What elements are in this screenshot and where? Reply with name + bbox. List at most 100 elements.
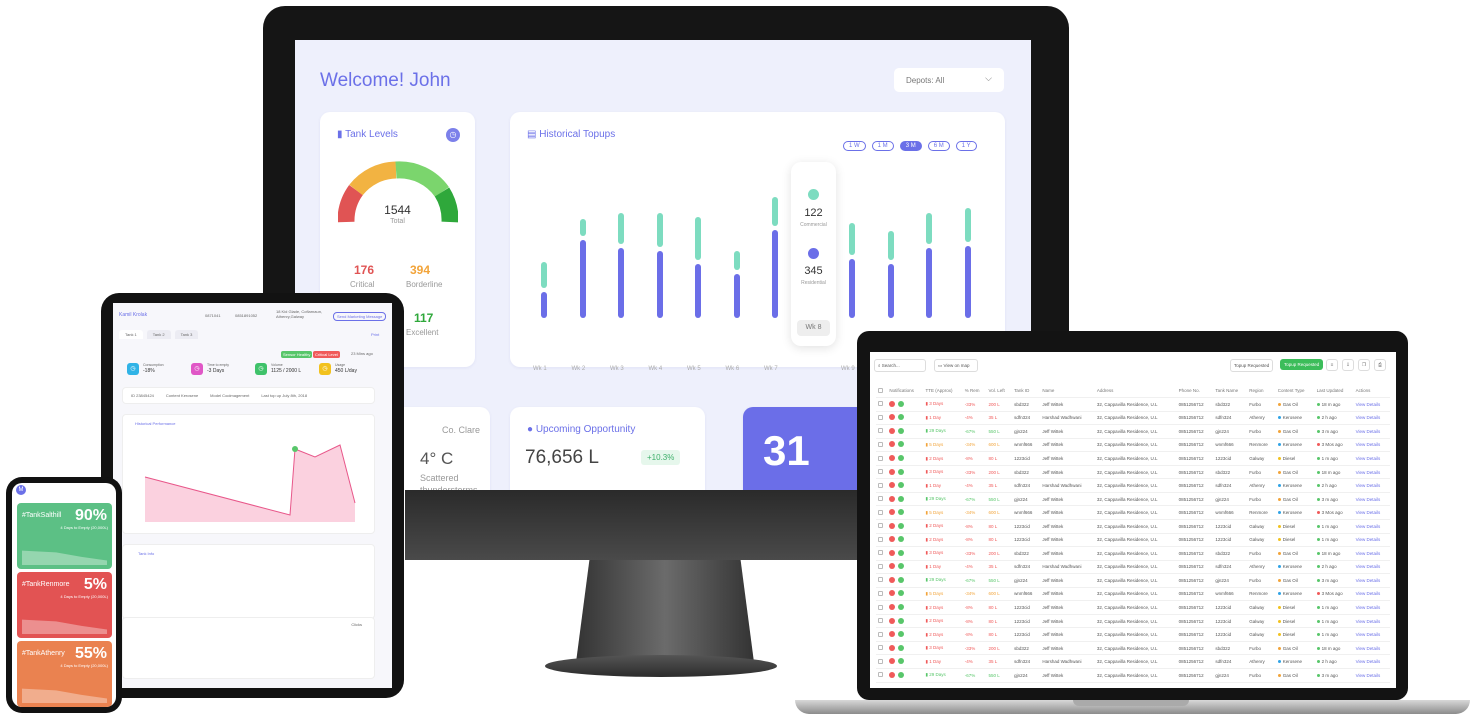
edit-icon[interactable] xyxy=(898,644,905,651)
view-details-link[interactable]: View Details xyxy=(1356,470,1381,475)
alert-icon[interactable] xyxy=(889,658,896,665)
range-1y[interactable]: 1 Y xyxy=(955,141,977,151)
row-checkbox[interactable] xyxy=(878,590,883,596)
view-details-link[interactable]: View Details xyxy=(1356,619,1381,624)
row-checkbox[interactable] xyxy=(878,645,883,651)
row-checkbox[interactable] xyxy=(878,618,883,624)
tab-tank-2[interactable]: Tank 2 xyxy=(146,330,171,339)
view-details-link[interactable]: View Details xyxy=(1356,564,1381,569)
edit-icon[interactable] xyxy=(898,414,905,421)
view-details-link[interactable]: View Details xyxy=(1356,646,1381,651)
tank-tile[interactable]: #TankSalthill 90% 4 Days to Empty (20,000L… xyxy=(17,503,112,569)
row-checkbox[interactable] xyxy=(878,631,883,637)
clock-icon[interactable]: ◷ xyxy=(446,128,460,142)
view-details-link[interactable]: View Details xyxy=(1356,605,1381,610)
table-row[interactable]: ▮ 29 Days -67% 550 L gjn224 Jeff Wittek 32, C… xyxy=(876,425,1390,439)
tab-tank-3[interactable]: Tank 3 xyxy=(174,330,199,339)
view-details-link[interactable]: View Details xyxy=(1356,524,1381,529)
alert-icon[interactable] xyxy=(889,549,896,556)
row-checkbox[interactable] xyxy=(878,414,883,420)
range-1w[interactable]: 1 W xyxy=(843,141,866,151)
edit-icon[interactable] xyxy=(898,509,905,516)
alert-icon[interactable] xyxy=(889,414,896,421)
table-row[interactable]: ▮ 29 Days -67% 550 L gjn224 Jeff Wittek 32, C… xyxy=(876,492,1390,506)
range-6m[interactable]: 6 M xyxy=(927,141,950,151)
alert-icon[interactable] xyxy=(889,590,896,597)
alert-icon[interactable] xyxy=(889,400,896,407)
edit-icon[interactable] xyxy=(898,522,905,529)
alert-icon[interactable] xyxy=(889,671,896,678)
view-details-link[interactable]: View Details xyxy=(1356,483,1381,488)
row-checkbox[interactable] xyxy=(878,482,883,488)
row-checkbox[interactable] xyxy=(878,550,883,556)
row-checkbox[interactable] xyxy=(878,509,883,515)
alert-icon[interactable] xyxy=(889,455,896,461)
alert-icon[interactable] xyxy=(889,644,896,651)
table-row[interactable]: ▮ 2 Days -8% 80 L 1223cid Jeff Wittek 32, Cap… xyxy=(876,628,1390,642)
tab-tank-1[interactable]: Tank 1 xyxy=(119,330,143,339)
alert-icon[interactable] xyxy=(889,536,896,543)
topup-requested-active-button[interactable]: Topup Requested xyxy=(1280,359,1324,370)
download-icon[interactable]: ⇩ xyxy=(1342,359,1354,371)
table-row[interactable]: ▮ 2 Days -8% 80 L 1223cid Jeff Wittek 32, Cap… xyxy=(876,452,1390,466)
view-details-link[interactable]: View Details xyxy=(1356,456,1381,461)
row-checkbox[interactable] xyxy=(878,401,883,407)
table-row[interactable]: ▮ 5 Days -34% 600 L wnmf666 Jeff Wittek 32, C… xyxy=(876,438,1390,452)
row-checkbox[interactable] xyxy=(878,672,883,678)
edit-icon[interactable] xyxy=(898,563,905,570)
view-details-link[interactable]: View Details xyxy=(1356,578,1381,583)
view-details-link[interactable]: View Details xyxy=(1356,402,1381,407)
topup-requested-button[interactable]: Topup Requested xyxy=(1230,359,1274,372)
edit-icon[interactable] xyxy=(898,400,905,407)
alert-icon[interactable] xyxy=(889,576,896,583)
table-row[interactable]: ▮ 1 Day -4% 35 L sdfn324 Harshad Wadhwani 32,… xyxy=(876,411,1390,425)
select-all-checkbox[interactable] xyxy=(878,387,883,393)
row-checkbox[interactable] xyxy=(878,455,883,461)
copy-icon[interactable]: ❐ xyxy=(1358,359,1370,371)
depot-select[interactable]: Depots: All ⌵ xyxy=(894,68,1004,92)
table-row[interactable]: ▮ 3 Days -33% 200 L sbd322 Jeff Wittek 32, Ca… xyxy=(876,465,1390,479)
view-details-link[interactable]: View Details xyxy=(1356,510,1381,515)
view-details-link[interactable]: View Details xyxy=(1356,632,1381,637)
filter-icon[interactable]: ≡ xyxy=(1326,359,1338,371)
row-checkbox[interactable] xyxy=(878,604,883,610)
edit-icon[interactable] xyxy=(898,468,905,475)
table-row[interactable]: ▮ 2 Days -8% 80 L 1223cid Jeff Wittek 32, Cap… xyxy=(876,614,1390,628)
edit-icon[interactable] xyxy=(898,536,905,543)
table-row[interactable]: ▮ 1 Day -4% 35 L sdfn324 Harshad Wadhwani 32,… xyxy=(876,479,1390,493)
send-message-button[interactable]: Send Marketing Message xyxy=(333,312,387,321)
table-row[interactable]: ▮ 29 Days -67% 550 L gjn224 Jeff Wittek 32, C… xyxy=(876,574,1390,588)
alert-icon[interactable] xyxy=(889,563,896,570)
avatar[interactable]: M xyxy=(16,485,26,495)
view-details-link[interactable]: View Details xyxy=(1356,551,1381,556)
row-checkbox[interactable] xyxy=(878,658,883,664)
edit-icon[interactable] xyxy=(898,576,905,583)
table-row[interactable]: ▮ 1 Day -4% 35 L sdfn324 Harshad Wadhwani 32,… xyxy=(876,560,1390,574)
row-checkbox[interactable] xyxy=(878,523,883,529)
alert-icon[interactable] xyxy=(889,441,896,448)
view-details-link[interactable]: View Details xyxy=(1356,659,1381,664)
alert-icon[interactable] xyxy=(889,522,896,529)
table-row[interactable]: ▮ 3 Days -33% 200 L sbd322 Jeff Wittek 32, Ca… xyxy=(876,547,1390,561)
edit-icon[interactable] xyxy=(898,482,905,489)
range-1m[interactable]: 1 M xyxy=(871,141,894,151)
edit-icon[interactable] xyxy=(898,427,905,434)
edit-icon[interactable] xyxy=(898,455,905,461)
alert-icon[interactable] xyxy=(889,468,896,475)
view-details-link[interactable]: View Details xyxy=(1356,591,1381,596)
view-details-link[interactable]: View Details xyxy=(1356,442,1381,447)
print-icon[interactable]: ⎙ xyxy=(1374,359,1386,371)
edit-icon[interactable] xyxy=(898,617,905,624)
row-checkbox[interactable] xyxy=(878,536,883,542)
view-on-map-button[interactable]: ▭ View on map xyxy=(934,359,978,372)
row-checkbox[interactable] xyxy=(878,496,883,502)
tank-tile[interactable]: #TankRenmore 5% 4 Days to Empty (20,000L) xyxy=(17,572,112,638)
table-row[interactable]: ▮ 2 Days -8% 80 L 1223cid Jeff Wittek 32, Cap… xyxy=(876,519,1390,534)
row-checkbox[interactable] xyxy=(878,469,883,475)
table-row[interactable]: ▮ 2 Days -8% 80 L 1223cid Jeff Wittek 32, Cap… xyxy=(876,601,1390,615)
edit-icon[interactable] xyxy=(898,590,905,597)
view-details-link[interactable]: View Details xyxy=(1356,415,1381,420)
alert-icon[interactable] xyxy=(889,617,896,624)
view-details-link[interactable]: View Details xyxy=(1356,429,1381,434)
alert-icon[interactable] xyxy=(889,509,896,516)
